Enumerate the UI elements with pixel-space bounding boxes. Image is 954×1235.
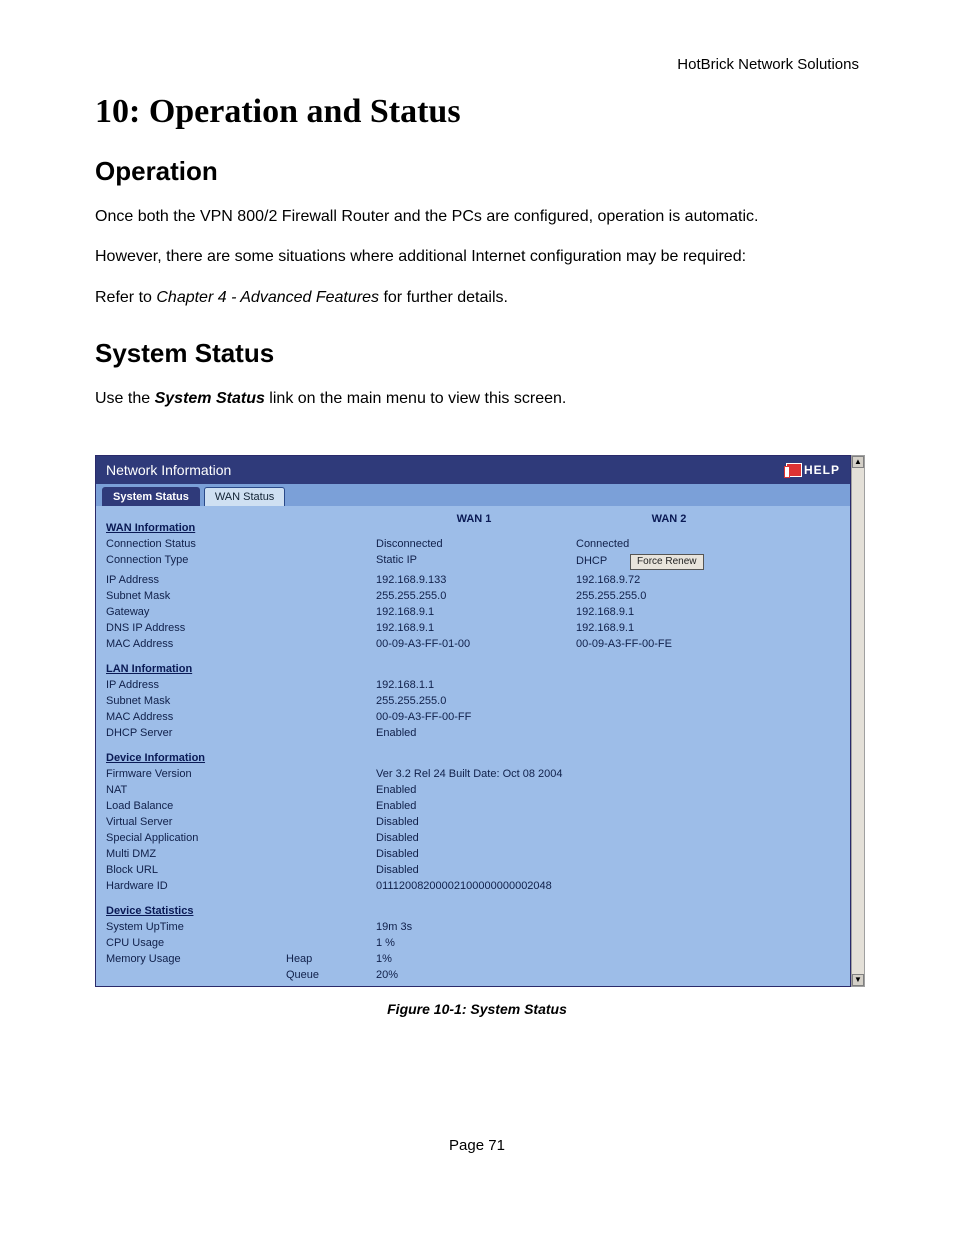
row-label: Virtual Server [104, 815, 284, 829]
scrollbar[interactable]: ▲ ▼ [851, 455, 865, 987]
screenshot-figure: ▲ ▼ Network Information HELP System Stat… [95, 455, 865, 987]
wan1-conn-type: Static IP [374, 553, 574, 571]
row-label: NAT [104, 783, 284, 797]
header-company: HotBrick Network Solutions [95, 56, 859, 73]
row-label: CPU Usage [104, 936, 284, 950]
wan-info-heading: WAN Information [104, 512, 284, 535]
row-label: Gateway [104, 605, 284, 619]
row-label: Memory Usage [104, 952, 284, 966]
row-label: IP Address [104, 573, 284, 587]
operation-para-2: However, there are some situations where… [95, 242, 859, 272]
wan1-gw: 192.168.9.1 [374, 605, 574, 619]
wan2-col-header: WAN 2 [574, 512, 764, 535]
uptime-value: 19m 3s [374, 920, 574, 934]
row-label: MAC Address [104, 637, 284, 651]
device-stats-heading: Device Statistics [104, 895, 284, 918]
device-info-heading: Device Information [104, 742, 284, 765]
figure-caption: Figure 10-1: System Status [95, 1001, 859, 1017]
heap-value: 1% [374, 952, 574, 966]
nat-value: Enabled [374, 783, 574, 797]
row-label: System UpTime [104, 920, 284, 934]
wan2-conn-type: DHCP Force Renew [574, 553, 764, 571]
row-label: DHCP Server [104, 726, 284, 740]
special-app-value: Disabled [374, 831, 574, 845]
wan2-conn-status: Connected [574, 537, 764, 551]
row-label: Connection Type [104, 553, 284, 571]
panel-titlebar: Network Information HELP [96, 456, 850, 484]
row-label: DNS IP Address [104, 621, 284, 635]
operation-para-1: Once both the VPN 800/2 Firewall Router … [95, 202, 859, 232]
wan2-dns: 192.168.9.1 [574, 621, 764, 635]
page: HotBrick Network Solutions 10: Operation… [0, 0, 954, 1194]
text: Use the [95, 390, 155, 407]
chapter-ref: Chapter 4 - Advanced Features [156, 289, 379, 306]
panel-title-text: Network Information [106, 462, 231, 478]
multi-dmz-value: Disabled [374, 847, 574, 861]
hardware-id-value: 01112008200002100000000002048 [374, 879, 764, 893]
wan2-gw: 192.168.9.1 [574, 605, 764, 619]
help-button[interactable]: HELP [786, 463, 840, 477]
text: for further details. [379, 289, 508, 306]
lan-dhcp: Enabled [374, 726, 574, 740]
row-label: Firmware Version [104, 767, 284, 781]
chapter-title: 10: Operation and Status [95, 93, 859, 131]
cpu-value: 1 % [374, 936, 574, 950]
row-label: IP Address [104, 678, 284, 692]
heap-label: Heap [284, 952, 374, 966]
system-status-link-ref: System Status [155, 390, 265, 407]
force-renew-button[interactable]: Force Renew [630, 554, 703, 570]
scroll-up-icon[interactable]: ▲ [852, 456, 864, 468]
tab-system-status[interactable]: System Status [102, 487, 200, 506]
systemstatus-para: Use the System Status link on the main m… [95, 384, 859, 414]
lan-info-heading: LAN Information [104, 653, 284, 676]
lan-ip: 192.168.1.1 [374, 678, 574, 692]
wan2-mask: 255.255.255.0 [574, 589, 764, 603]
row-label: Load Balance [104, 799, 284, 813]
load-balance-value: Enabled [374, 799, 574, 813]
row-label: MAC Address [104, 710, 284, 724]
wan1-col-header: WAN 1 [374, 512, 574, 535]
text: link on the main menu to view this scree… [265, 390, 566, 407]
scroll-down-icon[interactable]: ▼ [852, 974, 864, 986]
wan1-dns: 192.168.9.1 [374, 621, 574, 635]
virtual-server-value: Disabled [374, 815, 574, 829]
wan1-mask: 255.255.255.0 [374, 589, 574, 603]
block-url-value: Disabled [374, 863, 574, 877]
queue-label: Queue [284, 968, 374, 982]
row-label: Multi DMZ [104, 847, 284, 861]
wan2-ip: 192.168.9.72 [574, 573, 764, 587]
queue-value: 20% [374, 968, 574, 982]
help-label: HELP [804, 463, 840, 477]
row-label: Subnet Mask [104, 589, 284, 603]
network-info-panel: Network Information HELP System Status W… [95, 455, 851, 987]
section-systemstatus-title: System Status [95, 338, 859, 369]
panel-body: WAN Information WAN 1 WAN 2 Connection S… [96, 506, 850, 986]
tab-wan-status[interactable]: WAN Status [204, 487, 286, 506]
wan1-conn-status: Disconnected [374, 537, 574, 551]
wan1-ip: 192.168.9.133 [374, 573, 574, 587]
help-icon [786, 463, 802, 477]
wan1-mac: 00-09-A3-FF-01-00 [374, 637, 574, 651]
wan2-mac: 00-09-A3-FF-00-FE [574, 637, 764, 651]
row-label: Connection Status [104, 537, 284, 551]
lan-mac: 00-09-A3-FF-00-FF [374, 710, 574, 724]
operation-para-3: Refer to Chapter 4 - Advanced Features f… [95, 283, 859, 313]
page-number: Page 71 [95, 1137, 859, 1154]
firmware-version: Ver 3.2 Rel 24 Built Date: Oct 08 2004 [374, 767, 764, 781]
wan2-conn-type-value: DHCP [576, 555, 607, 567]
row-label: Special Application [104, 831, 284, 845]
row-label: Hardware ID [104, 879, 284, 893]
tab-bar: System Status WAN Status [96, 484, 850, 506]
row-label: Block URL [104, 863, 284, 877]
lan-mask: 255.255.255.0 [374, 694, 574, 708]
text: Refer to [95, 289, 156, 306]
section-operation-title: Operation [95, 156, 859, 187]
row-label: Subnet Mask [104, 694, 284, 708]
